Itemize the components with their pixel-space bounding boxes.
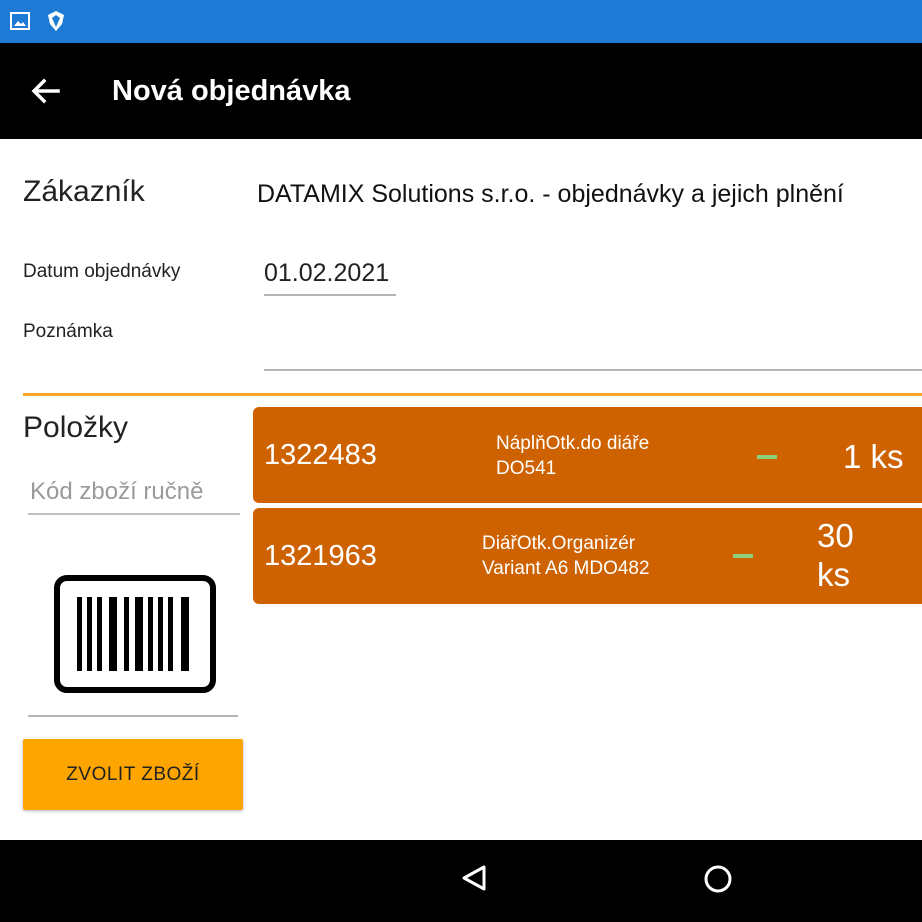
home-circle-icon[interactable]: [703, 864, 733, 894]
item-quantity[interactable]: 30 ks: [817, 516, 854, 594]
note-field[interactable]: [264, 319, 922, 371]
item-code: 1322483: [264, 439, 377, 471]
order-item[interactable]: 1321963 DiářOtk.Organizér Variant A6 MDO…: [253, 508, 922, 604]
item-code: 1321963: [264, 540, 377, 572]
customer-value[interactable]: DATAMIX Solutions s.r.o. - objednávky a …: [257, 180, 844, 209]
app-bar: Nová objednávka: [0, 43, 922, 139]
minus-icon[interactable]: [733, 554, 753, 558]
note-label: Poznámka: [23, 321, 113, 342]
shield-icon: [48, 11, 64, 31]
date-field[interactable]: 01.02.2021: [264, 259, 389, 288]
minus-icon[interactable]: [757, 455, 777, 459]
date-label: Datum objednávky: [23, 261, 181, 282]
status-bar: [0, 0, 922, 43]
items-label: Položky: [23, 411, 129, 444]
product-code-input[interactable]: [28, 471, 240, 515]
navigation-bar: [0, 840, 922, 922]
date-underline: [264, 294, 396, 296]
item-name: DiářOtk.Organizér Variant A6 MDO482: [482, 533, 650, 579]
item-name: NáplňOtk.do diáře DO541: [496, 433, 650, 479]
barcode-icon[interactable]: [54, 575, 216, 693]
arrow-left-icon[interactable]: [28, 73, 64, 109]
item-quantity[interactable]: 1 ks: [843, 437, 904, 476]
barcode-underline: [28, 715, 238, 717]
back-triangle-icon[interactable]: [461, 864, 487, 892]
page-title: Nová objednávka: [112, 75, 351, 107]
customer-label: Zákazník: [23, 175, 145, 208]
order-item[interactable]: 1322483 NáplňOtk.do diáře DO541 1 ks: [253, 407, 922, 503]
order-form: Zákazník DATAMIX Solutions s.r.o. - obje…: [0, 139, 922, 840]
select-product-button[interactable]: ZVOLIT ZBOŽÍ: [23, 739, 243, 810]
image-icon: [10, 12, 30, 30]
section-divider: [23, 393, 922, 396]
